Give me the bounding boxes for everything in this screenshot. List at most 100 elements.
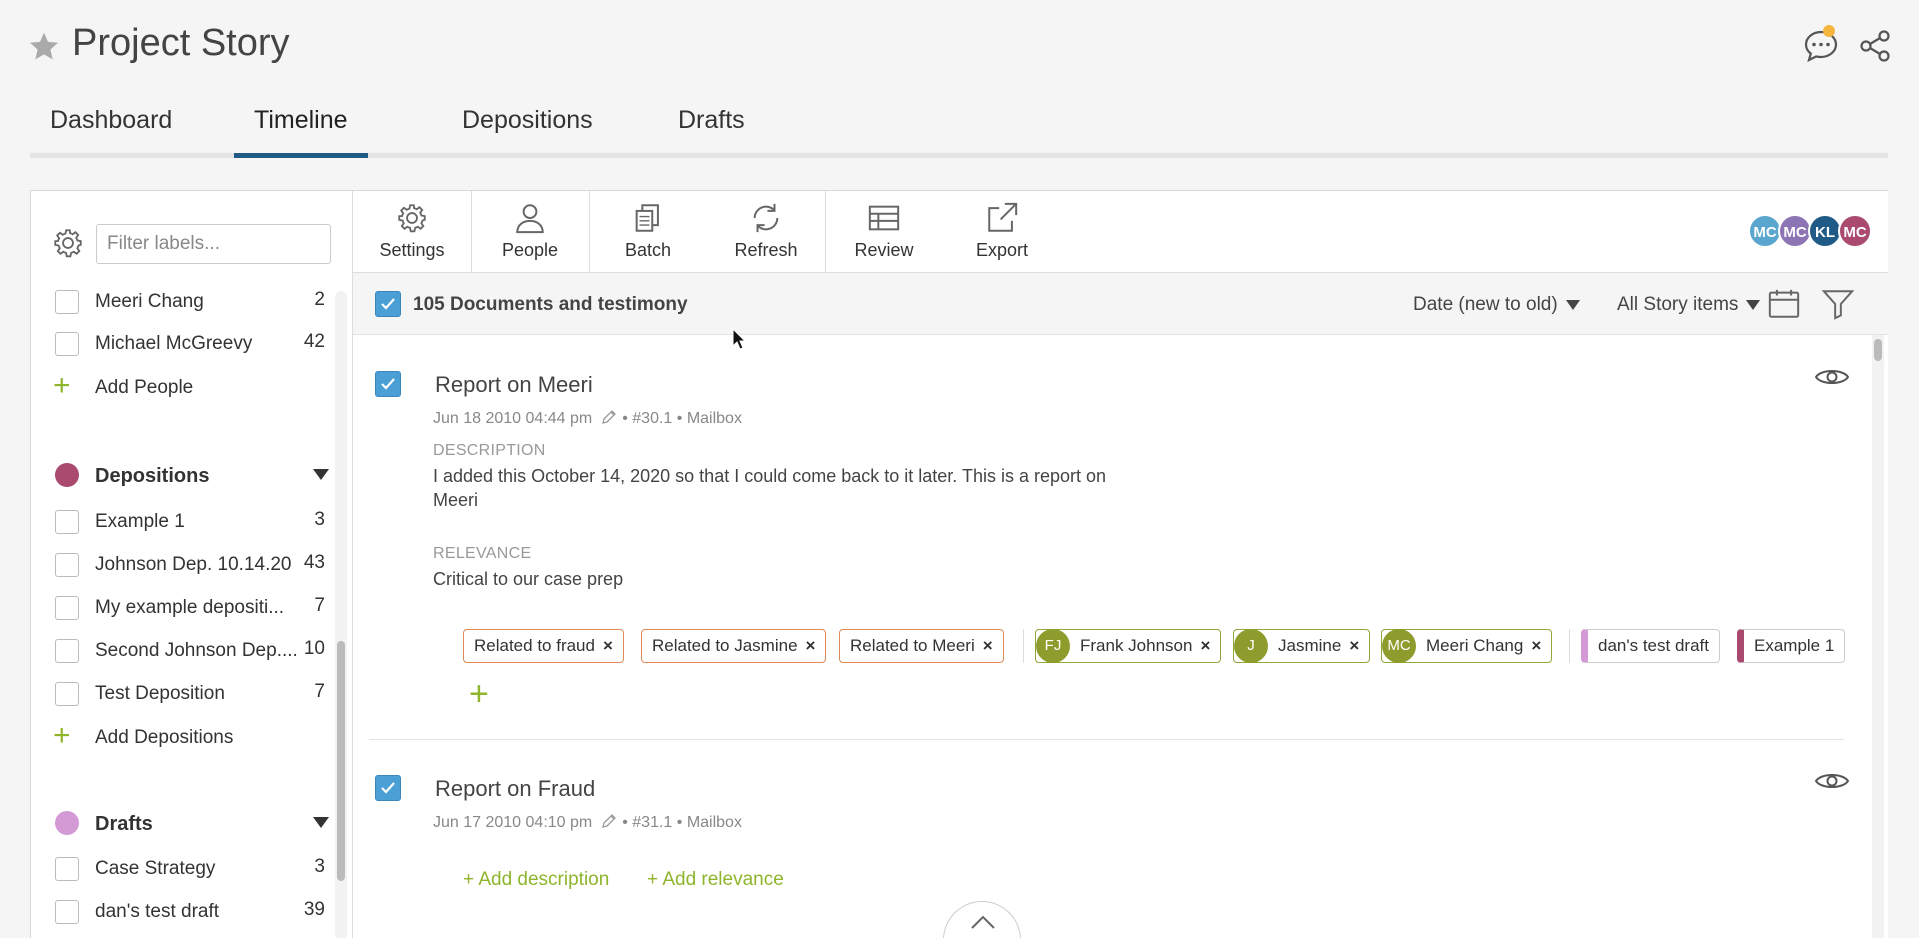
item-date: Jun 17 2010 04:10 pm <box>433 814 593 831</box>
sidebar-scrollbar[interactable] <box>337 641 345 881</box>
pencil-icon[interactable] <box>600 812 618 830</box>
issue-tag[interactable]: Related to Jasmine × <box>641 629 827 663</box>
item-title[interactable]: Report on Meeri <box>435 372 593 398</box>
checkbox[interactable] <box>55 596 79 620</box>
eye-icon[interactable] <box>1814 365 1850 389</box>
remove-tag-icon[interactable]: × <box>1531 636 1541 655</box>
relevance-text[interactable]: Critical to our case prep <box>433 567 1153 591</box>
sidebar-item-label: My example depositi... <box>95 597 285 618</box>
filter-icon[interactable] <box>1821 287 1855 321</box>
draft-tag[interactable]: dan's test draft <box>1581 629 1720 663</box>
people-button[interactable]: People <box>471 191 589 273</box>
caret-down-icon[interactable] <box>313 817 329 828</box>
item-title[interactable]: Report on Fraud <box>435 776 595 802</box>
tab-drafts[interactable]: Drafts <box>658 100 765 158</box>
table-icon <box>868 205 900 231</box>
checkbox[interactable] <box>55 553 79 577</box>
remove-tag-icon[interactable]: × <box>1349 636 1359 655</box>
collaborator-avatars: MC MC KL MC <box>1748 214 1878 248</box>
checkbox[interactable] <box>55 290 79 314</box>
label-sidebar: Meeri Chang 2 Michael McGreevy 42 + Add … <box>31 191 353 938</box>
gear-icon[interactable] <box>51 226 85 260</box>
share-icon[interactable] <box>1857 28 1893 64</box>
story-items-dropdown[interactable]: All Story items <box>1617 294 1761 316</box>
review-button[interactable]: Review <box>825 191 943 273</box>
person-tag[interactable]: J Jasmine × <box>1233 629 1371 663</box>
avatar[interactable]: MC <box>1838 214 1872 248</box>
add-relevance-link[interactable]: + Add relevance <box>647 869 784 891</box>
calendar-icon[interactable] <box>1767 287 1801 321</box>
deposition-tag[interactable]: Example 1 <box>1737 629 1846 663</box>
sidebar-item-label: dan's test draft <box>95 901 220 922</box>
sidebar-item-johnson-dep[interactable]: Johnson Dep. 10.14.20 43 <box>55 548 325 582</box>
top-bar: Project Story Dashboard Timeline Deposit… <box>0 0 1919 160</box>
caret-down-icon[interactable] <box>313 469 329 480</box>
sidebar-item-label: Johnson Dep. 10.14.20 <box>95 554 292 575</box>
batch-button[interactable]: Batch <box>589 191 707 273</box>
review-label: Review <box>854 240 914 260</box>
sort-dropdown[interactable]: Date (new to old) <box>1413 294 1580 316</box>
sidebar-item-my-example-deposition[interactable]: My example depositi... 7 <box>55 591 325 625</box>
section-title: Depositions <box>95 465 210 487</box>
sidebar-item-count: 43 <box>303 552 325 573</box>
eye-icon[interactable] <box>1814 769 1850 793</box>
star-icon[interactable] <box>28 30 60 62</box>
gear-icon <box>398 204 426 233</box>
export-button[interactable]: Export <box>943 191 1061 273</box>
item-checkbox[interactable] <box>375 371 401 397</box>
tab-label: Depositions <box>462 106 593 134</box>
tab-dashboard[interactable]: Dashboard <box>30 100 192 158</box>
sidebar-item-dans-test-draft[interactable]: dan's test draft 39 <box>55 895 325 929</box>
avatar[interactable]: KL <box>1808 214 1842 248</box>
sidebar-item-example-1[interactable]: Example 1 3 <box>55 505 325 539</box>
person-tag[interactable]: FJ Frank Johnson × <box>1035 629 1222 663</box>
issue-tag[interactable]: Related to Meeri × <box>839 629 1004 663</box>
checkbox[interactable] <box>55 332 79 356</box>
avatar[interactable]: MC <box>1778 214 1812 248</box>
list-header: 105 Documents and testimony Date (new to… <box>353 273 1888 335</box>
sidebar-item-label: Meeri Chang <box>95 291 204 312</box>
sidebar-item-michael-mcgreevy[interactable]: Michael McGreevy 42 <box>55 327 325 361</box>
add-description-link[interactable]: + Add description <box>463 869 609 891</box>
collapse-button[interactable] <box>943 901 1021 938</box>
add-tag-button[interactable]: + <box>469 675 489 714</box>
sidebar-item-test-deposition[interactable]: Test Deposition 7 <box>55 677 325 711</box>
checkbox[interactable] <box>55 510 79 534</box>
filter-labels-input[interactable] <box>96 224 331 264</box>
tab-depositions[interactable]: Depositions <box>442 100 613 158</box>
remove-tag-icon[interactable]: × <box>806 636 816 655</box>
remove-tag-icon[interactable]: × <box>603 636 613 655</box>
mouse-cursor-icon <box>732 328 746 350</box>
list-scroll-track[interactable] <box>1872 335 1884 938</box>
person-tag[interactable]: MC Meeri Chang × <box>1381 629 1553 663</box>
checkbox[interactable] <box>55 857 79 881</box>
issue-tag[interactable]: Related to fraud × <box>463 629 624 663</box>
list-scrollbar[interactable] <box>1874 339 1882 361</box>
page-title: Project Story <box>72 22 290 64</box>
item-divider <box>369 739 1844 740</box>
avatar: J <box>1234 629 1268 663</box>
check-icon <box>381 298 395 310</box>
remove-tag-icon[interactable]: × <box>983 636 993 655</box>
sidebar-item-meeri-chang[interactable]: Meeri Chang 2 <box>55 285 325 319</box>
refresh-label: Refresh <box>734 240 798 260</box>
tab-timeline[interactable]: Timeline <box>234 100 368 158</box>
check-icon <box>381 782 395 794</box>
settings-button[interactable]: Settings <box>353 191 471 273</box>
select-all-checkbox[interactable] <box>375 291 401 317</box>
avatar[interactable]: MC <box>1748 214 1782 248</box>
check-icon <box>381 378 395 390</box>
remove-tag-icon[interactable]: × <box>1200 636 1210 655</box>
caret-down-icon <box>1565 299 1580 310</box>
pencil-icon[interactable] <box>600 408 618 426</box>
item-checkbox[interactable] <box>375 775 401 801</box>
sidebar-item-case-strategy[interactable]: Case Strategy 3 <box>55 852 325 886</box>
refresh-button[interactable]: Refresh <box>707 191 825 273</box>
sidebar-item-count: 2 <box>314 289 325 310</box>
checkbox[interactable] <box>55 639 79 663</box>
checkbox[interactable] <box>55 682 79 706</box>
sidebar-item-second-johnson-dep[interactable]: Second Johnson Dep.... 10 <box>55 634 325 668</box>
settings-label: Settings <box>379 240 445 260</box>
description-text[interactable]: I added this October 14, 2020 so that I … <box>433 464 1153 512</box>
checkbox[interactable] <box>55 900 79 924</box>
